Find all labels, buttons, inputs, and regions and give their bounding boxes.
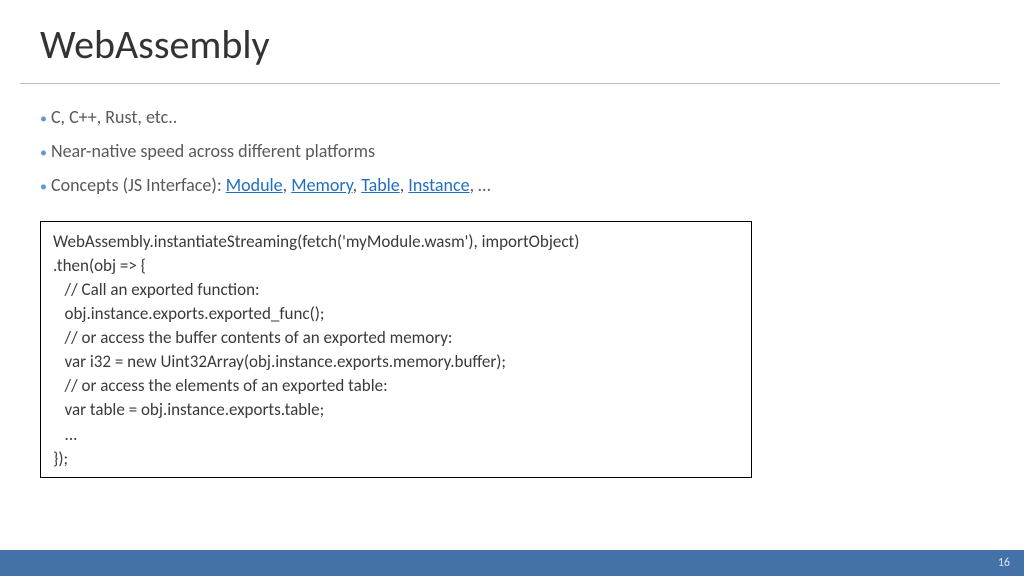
bullet-dot-icon: • — [40, 174, 47, 201]
slide: WebAssembly • C, C++, Rust, etc.. • Near… — [0, 0, 1024, 576]
footer-bar: 16 — [0, 550, 1024, 576]
bullet-item: • C, C++, Rust, etc.. — [40, 100, 984, 134]
code-line: // or access the elements of an exported… — [53, 374, 739, 398]
separator: , — [400, 174, 409, 196]
link-memory[interactable]: Memory — [291, 174, 352, 196]
code-line: }); — [53, 447, 739, 471]
separator: , — [283, 174, 292, 196]
code-line: // or access the buffer contents of an e… — [53, 326, 739, 350]
code-line: WebAssembly.instantiateStreaming(fetch('… — [53, 230, 739, 254]
bullet-suffix: , … — [470, 174, 491, 196]
page-number: 16 — [998, 556, 1010, 570]
bullet-item: • Concepts (JS Interface): Module, Memor… — [40, 168, 984, 202]
code-line: var table = obj.instance.exports.table; — [53, 398, 739, 422]
link-module[interactable]: Module — [226, 174, 283, 196]
code-line: // Call an exported function: — [53, 278, 739, 302]
bullet-text: Concepts (JS Interface): Module, Memory,… — [51, 168, 491, 202]
link-instance[interactable]: Instance — [408, 174, 469, 196]
title-divider — [20, 83, 1000, 84]
bullet-text: C, C++, Rust, etc.. — [51, 100, 177, 134]
bullet-list: • C, C++, Rust, etc.. • Near-native spee… — [40, 100, 984, 203]
code-line: obj.instance.exports.exported_func(); — [53, 302, 739, 326]
slide-title: WebAssembly — [40, 20, 984, 69]
bullet-item: • Near-native speed across different pla… — [40, 134, 984, 168]
code-line: var i32 = new Uint32Array(obj.instance.e… — [53, 350, 739, 374]
separator: , — [353, 174, 362, 196]
bullet-prefix: Concepts (JS Interface): — [51, 174, 226, 196]
bullet-dot-icon: • — [40, 140, 47, 167]
code-block: WebAssembly.instantiateStreaming(fetch('… — [40, 221, 752, 478]
bullet-dot-icon: • — [40, 106, 47, 133]
link-table[interactable]: Table — [361, 174, 400, 196]
code-line: ... — [53, 423, 739, 447]
bullet-text: Near-native speed across different platf… — [51, 134, 375, 168]
code-line: .then(obj => { — [53, 254, 739, 278]
